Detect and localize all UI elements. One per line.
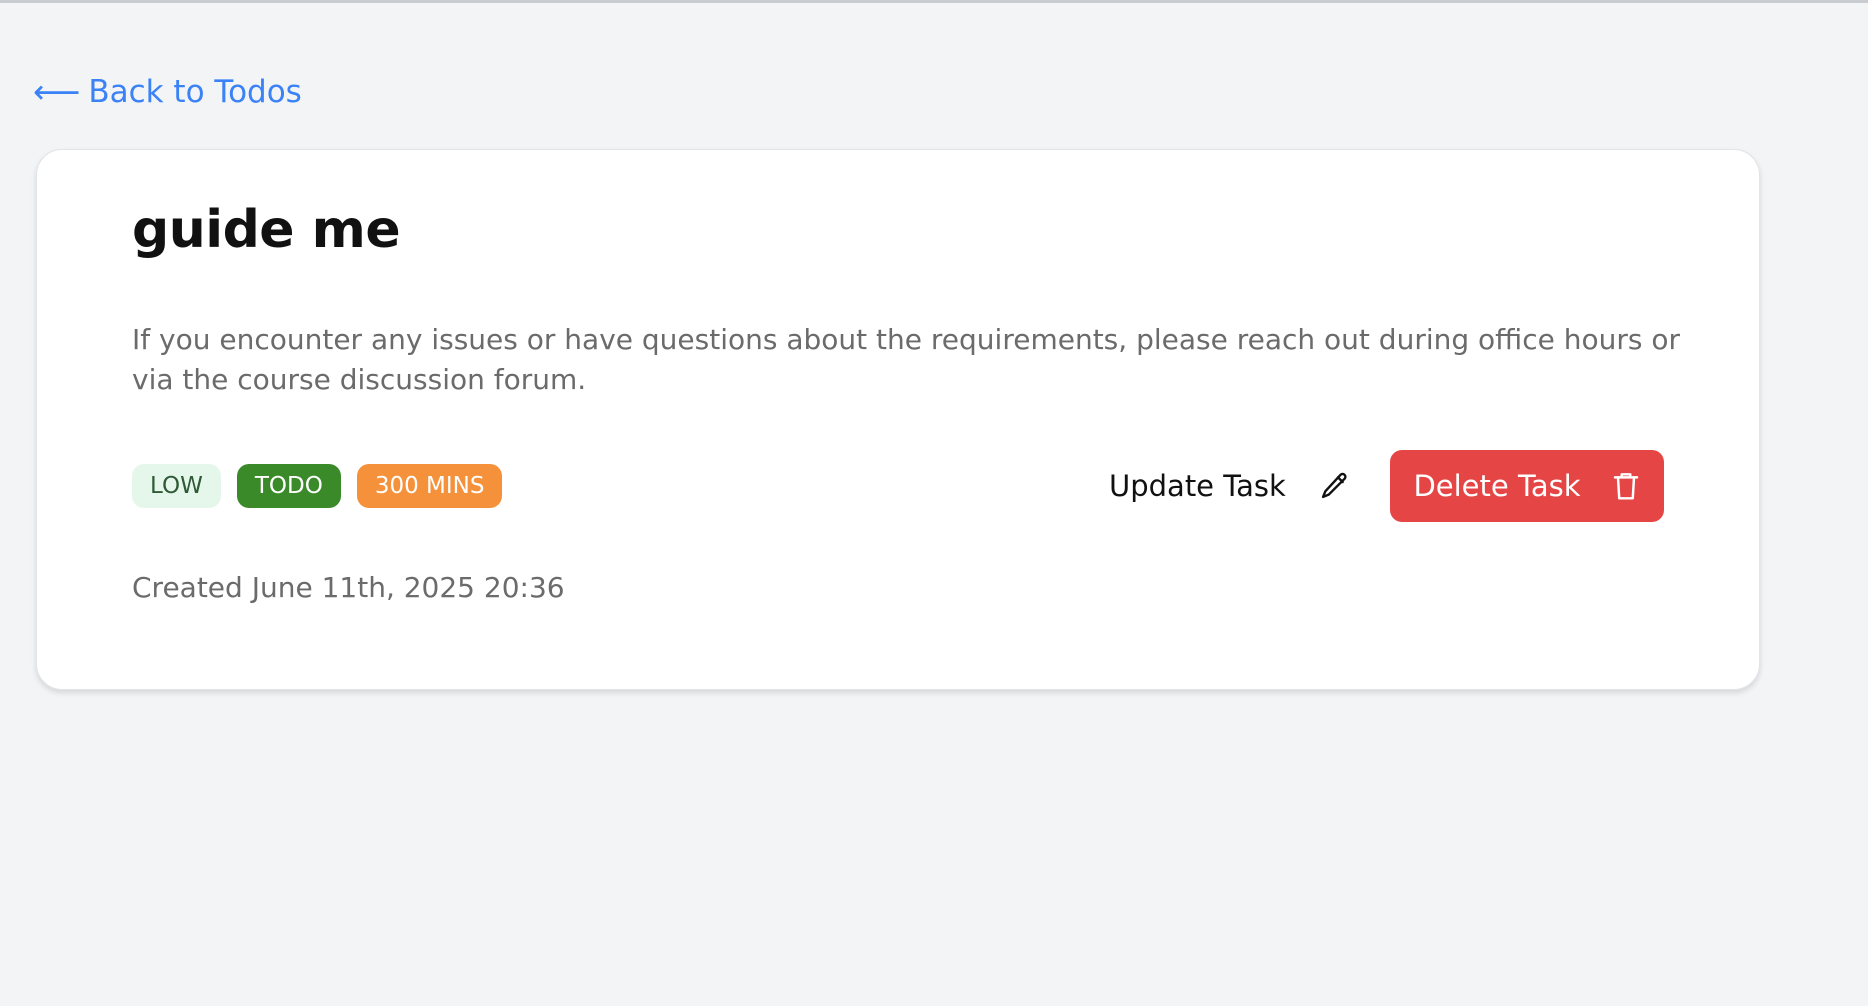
delete-task-label: Delete Task <box>1413 469 1581 503</box>
back-arrow-icon: ⟵ <box>33 72 81 111</box>
task-description: If you encounter any issues or have ques… <box>132 323 1681 396</box>
update-task-button[interactable]: Update Task <box>1109 461 1370 511</box>
window-top-border <box>0 0 1868 3</box>
created-timestamp: Created June 11th, 2025 20:36 <box>132 571 565 604</box>
back-link-label: Back to Todos <box>88 74 302 110</box>
priority-badge: LOW <box>132 464 221 508</box>
update-task-label: Update Task <box>1109 469 1286 503</box>
back-to-todos-link[interactable]: ⟵ Back to Todos <box>33 70 302 114</box>
task-badges: LOW TODO 300 MINS <box>132 464 503 508</box>
pencil-icon <box>1318 470 1350 502</box>
task-detail-card: guide me If you encounter any issues or … <box>36 149 1760 690</box>
task-title: guide me <box>132 200 401 260</box>
duration-badge: 300 MINS <box>356 464 503 508</box>
trash-icon <box>1611 470 1641 502</box>
status-badge: TODO <box>236 464 341 508</box>
delete-task-button[interactable]: Delete Task <box>1390 450 1664 522</box>
